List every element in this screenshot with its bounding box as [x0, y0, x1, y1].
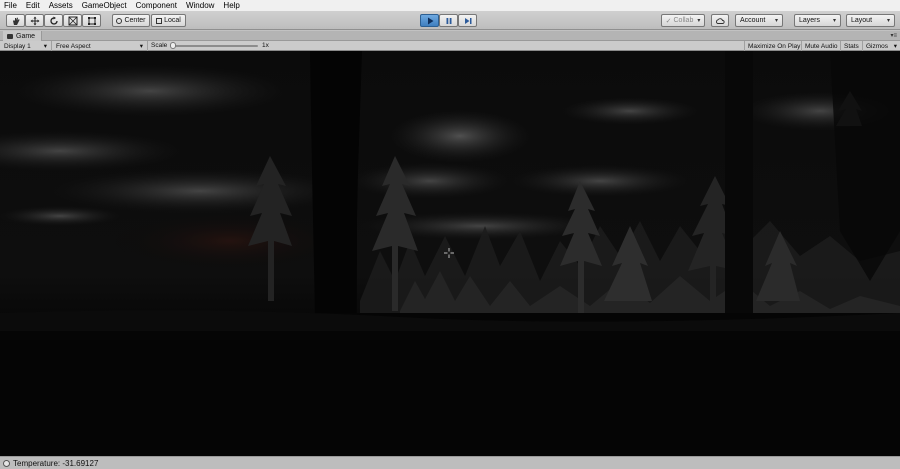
layers-label: Layers: [799, 17, 821, 24]
aspect-label: Free Aspect: [56, 42, 91, 50]
scale-icon: [68, 16, 77, 25]
move-tool-button[interactable]: [25, 14, 44, 27]
main-toolbar: Center Local ✓ Collab ▾ Account ▾ Layers…: [0, 11, 900, 30]
game-scene-render: [0, 51, 900, 456]
menu-assets[interactable]: Assets: [49, 1, 73, 10]
game-viewport[interactable]: [0, 51, 900, 456]
step-icon: [464, 17, 471, 24]
collab-dropdown[interactable]: ✓ Collab ▾: [661, 14, 705, 27]
chevron-down-icon: ▾: [893, 43, 897, 50]
display-label: Display 1: [4, 42, 31, 50]
aspect-dropdown[interactable]: Free Aspect ▾: [52, 41, 148, 51]
gizmos-dropdown[interactable]: Gizmos ▾: [862, 41, 900, 51]
hand-icon: [12, 17, 19, 25]
scale-tool-button[interactable]: [63, 14, 82, 27]
chevron-down-icon: ▾: [43, 43, 47, 50]
rect-icon: [87, 16, 96, 25]
pivot-icon: [116, 17, 123, 24]
maximize-label: Maximize On Play: [748, 42, 801, 50]
tab-strip: Game ▾≡: [0, 31, 900, 41]
menu-component[interactable]: Component: [136, 1, 177, 10]
chevron-down-icon: ▾: [886, 18, 890, 24]
play-icon: [427, 17, 433, 24]
local-icon: [156, 17, 163, 24]
menu-bar: File Edit Assets GameObject Component Wi…: [0, 0, 900, 11]
collab-label: Collab: [673, 17, 694, 24]
pause-button[interactable]: [439, 14, 458, 27]
pivot-label: Center: [124, 17, 146, 24]
console-status-bar[interactable]: Temperature: -31.69127: [0, 456, 900, 469]
stats-toggle[interactable]: Stats: [840, 41, 862, 51]
pivot-center-button[interactable]: Center: [112, 14, 150, 27]
layout-dropdown[interactable]: Layout ▾: [846, 14, 895, 27]
pause-icon: [446, 17, 451, 24]
status-message: Temperature: -31.69127: [13, 458, 99, 468]
layout-label: Layout: [851, 17, 873, 24]
chevron-down-icon: ▾: [774, 18, 778, 24]
menu-window[interactable]: Window: [186, 1, 214, 10]
menu-edit[interactable]: Edit: [26, 1, 40, 10]
step-button[interactable]: [458, 14, 477, 27]
chevron-down-icon: ▾: [832, 18, 836, 24]
pivot-local-button[interactable]: Local: [151, 14, 186, 27]
account-label: Account: [740, 17, 766, 24]
hand-tool-button[interactable]: [6, 14, 25, 27]
game-view-toolbar: Display 1 ▾ Free Aspect ▾ Scale 1x Maxim…: [0, 41, 900, 51]
tab-menu-icon[interactable]: ▾≡: [890, 32, 897, 39]
game-camera-icon: [7, 33, 13, 39]
layers-dropdown[interactable]: Layers ▾: [794, 14, 841, 27]
maximize-on-play-toggle[interactable]: Maximize On Play: [744, 41, 803, 51]
cloud-icon: [716, 17, 725, 24]
info-icon: [3, 459, 10, 467]
rotate-tool-button[interactable]: [44, 14, 63, 27]
rotate-icon: [49, 16, 58, 25]
chevron-down-icon: ▾: [139, 43, 143, 50]
scale-slider-track[interactable]: [172, 45, 258, 47]
move-icon: [30, 16, 39, 25]
gizmos-label: Gizmos: [866, 42, 889, 50]
scale-label: Scale: [151, 42, 168, 49]
scale-slider-handle[interactable]: [170, 42, 176, 49]
account-dropdown[interactable]: Account ▾: [735, 14, 783, 27]
play-button[interactable]: [420, 14, 439, 27]
menu-file[interactable]: File: [4, 1, 17, 10]
stats-label: Stats: [844, 42, 859, 50]
rect-tool-button[interactable]: [82, 14, 101, 27]
chevron-down-icon: ▾: [697, 18, 701, 24]
cloud-button[interactable]: [711, 14, 729, 27]
menu-gameobject[interactable]: GameObject: [82, 1, 127, 10]
display-dropdown[interactable]: Display 1 ▾: [0, 41, 52, 51]
local-label: Local: [164, 17, 181, 24]
menu-help[interactable]: Help: [223, 1, 239, 10]
tab-game[interactable]: Game: [3, 31, 43, 41]
tab-game-label: Game: [16, 32, 36, 40]
collab-check-icon: ✓: [665, 17, 672, 25]
mute-label: Mute Audio: [805, 42, 838, 50]
mute-audio-toggle[interactable]: Mute Audio: [801, 41, 841, 51]
scale-value: 1x: [262, 42, 269, 49]
